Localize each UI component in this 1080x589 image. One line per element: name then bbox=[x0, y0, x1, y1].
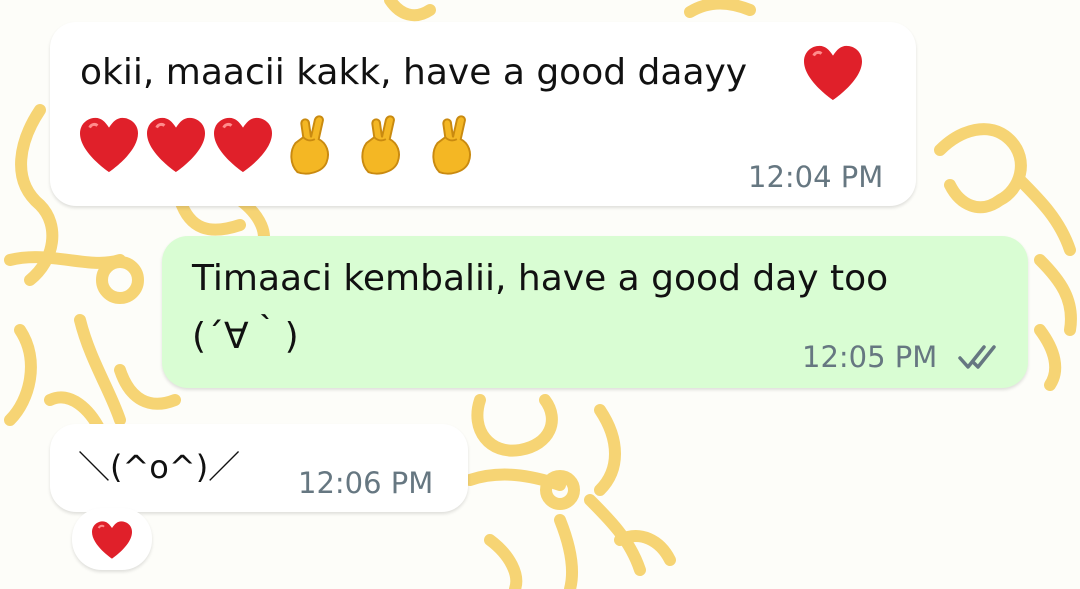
heart-emoji bbox=[80, 117, 138, 173]
message-text: okii, maacii kakk, have a good daayy bbox=[80, 52, 748, 93]
message-text-line-2: (´∀｀) bbox=[192, 316, 299, 357]
heart-emoji bbox=[802, 44, 864, 102]
message-bubble-incoming-2[interactable]: ＼(^o^)／ 12:06 PM bbox=[50, 424, 468, 512]
heart-emoji bbox=[214, 117, 273, 173]
message-text: ＼(^o^)／ bbox=[78, 448, 241, 486]
message-text-line-1: Timaaci kembalii, have a good day too bbox=[192, 258, 889, 299]
message-timestamp: 12:05 PM bbox=[802, 340, 938, 374]
heart-emoji bbox=[147, 117, 206, 173]
message-bubble-outgoing[interactable]: Timaaci kembalii, have a good day too (´… bbox=[162, 236, 1028, 388]
crossed-fingers-emoji bbox=[361, 115, 401, 175]
message-timestamp: 12:04 PM bbox=[748, 160, 884, 194]
message-bubble-incoming-1[interactable]: okii, maacii kakk, have a good daayy 12:… bbox=[50, 22, 916, 206]
reaction-badge[interactable] bbox=[72, 508, 152, 570]
heart-reaction-icon bbox=[92, 521, 132, 559]
double-check-read-icon bbox=[958, 345, 996, 369]
crossed-fingers-emoji bbox=[432, 115, 472, 175]
crossed-fingers-emoji bbox=[290, 115, 330, 175]
emoji-line bbox=[78, 114, 479, 180]
message-timestamp: 12:06 PM bbox=[298, 466, 434, 500]
